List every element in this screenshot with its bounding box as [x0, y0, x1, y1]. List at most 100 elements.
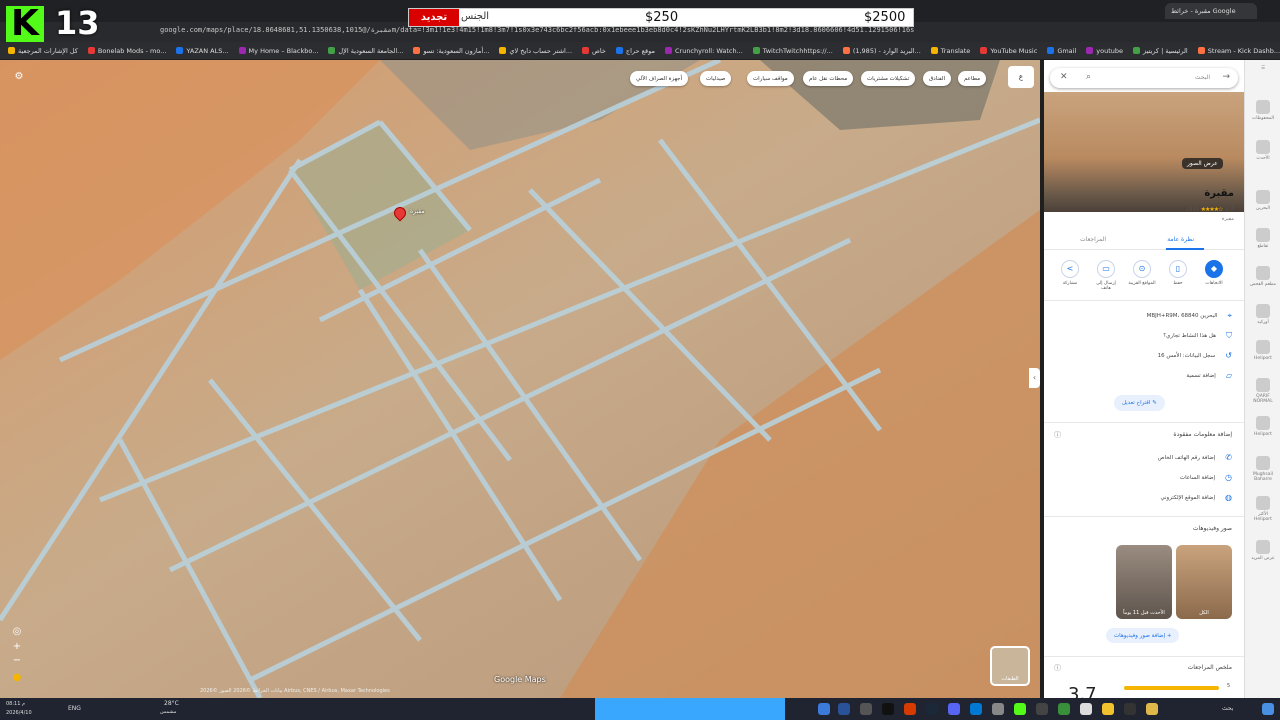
app-icon[interactable]	[992, 703, 1004, 715]
bookmark-item[interactable]: Bonelab Mods - mo...	[87, 47, 166, 55]
bookmark-item[interactable]: YAZAN ALS...	[176, 47, 229, 55]
search-icon[interactable]: ⌕	[1086, 72, 1091, 82]
chip-parking[interactable]: مواقف سيارات	[747, 71, 794, 86]
bookmark-item[interactable]: Stream - Kick Dashb...	[1197, 47, 1280, 55]
share-button[interactable]: < مشاركة	[1056, 260, 1084, 286]
language-indicator[interactable]: ENG	[68, 705, 81, 712]
add-label-row[interactable]: إضافة تسمية ▱	[1186, 371, 1232, 380]
edge-icon[interactable]	[970, 703, 982, 715]
bookmark-item[interactable]: أمازون السعودية: تسو...	[413, 47, 489, 55]
app-icon[interactable]	[1036, 703, 1048, 715]
info-icon[interactable]: ⓘ	[1054, 663, 1061, 673]
bookmark-item[interactable]: موقع حراج	[615, 47, 655, 55]
bookmark-item[interactable]: اشتر حساب دايخ لاي...	[499, 47, 572, 55]
rail-bahrain[interactable]: البحرين	[1249, 190, 1277, 211]
add-photos-button[interactable]: إضافة صور وفيديوهات +	[1106, 628, 1180, 643]
rail-heliport-3[interactable]: الأكثر Heliport	[1249, 496, 1277, 522]
rail-junction[interactable]: تقاطع	[1249, 228, 1277, 249]
app-icon[interactable]	[882, 703, 894, 715]
rail-restaurant[interactable]: مطعم الفحص	[1249, 266, 1277, 287]
chip-pharmacies[interactable]: صيدليات	[700, 71, 732, 86]
search-box[interactable]: ✕ ⌕ البحث →	[1050, 68, 1238, 88]
app-icon[interactable]	[1058, 703, 1070, 715]
bookmark-item[interactable]: خاص	[582, 47, 606, 55]
bookmark-item[interactable]: الرئيسية | كريتيز	[1133, 47, 1188, 55]
save-button[interactable]: ▯ حفظ	[1164, 260, 1192, 286]
zoom-in-button[interactable]: +	[10, 640, 24, 654]
info-icon[interactable]: ⓘ	[1054, 430, 1061, 440]
search-input[interactable]: البحث	[1195, 74, 1210, 81]
app-icon[interactable]	[1124, 703, 1136, 715]
add-phone-row[interactable]: إضافة رقم الهاتف الخاص ✆	[1158, 453, 1232, 462]
chip-hotels[interactable]: الفنادق	[923, 71, 952, 86]
chip-transit[interactable]: محطات نقل عام	[803, 71, 854, 86]
directions-arrow-icon[interactable]: →	[1222, 72, 1230, 82]
tab-reviews[interactable]: المراجعات	[1080, 236, 1106, 243]
place-type[interactable]: مقبرة	[1222, 216, 1234, 222]
bookmark-item[interactable]: (1,985) - البريد الوارد...	[842, 47, 921, 55]
layers-button[interactable]: الطبقات	[990, 646, 1030, 686]
close-icon[interactable]: ✕	[1060, 72, 1068, 82]
app-icon[interactable]	[1014, 703, 1026, 715]
rail-recent[interactable]: الأحدث	[1249, 140, 1277, 161]
active-tab[interactable]: مقبرة - خرائط Google	[1165, 3, 1257, 19]
app-icon[interactable]	[1146, 703, 1158, 715]
taskbar-search[interactable]: بحث	[1222, 705, 1233, 712]
bookmark-item[interactable]: Translate	[930, 47, 970, 55]
satellite-map[interactable]	[0, 60, 1040, 698]
bookmark-label: Crunchyroll: Watch...	[674, 46, 743, 55]
clock-date[interactable]: 2026/4/10	[6, 710, 32, 716]
bookmark-item[interactable]: Gmail	[1047, 47, 1076, 55]
address-row[interactable]: MBJH+R9M، البحرين 68840 ⌖	[1147, 311, 1232, 321]
business-claim-row[interactable]: هل هذا النشاط تجاري؟ ⛉	[1163, 331, 1232, 341]
folder-icon[interactable]	[1102, 703, 1114, 715]
zoom-out-button[interactable]: −	[10, 654, 24, 668]
send-to-phone-button[interactable]: ▭ إرسال إلى هاتف	[1092, 260, 1120, 291]
app-icon[interactable]	[1080, 703, 1092, 715]
tab-overview[interactable]: نظرة عامة	[1167, 236, 1194, 243]
rating-row[interactable]: (33) ★★★★☆ 3.7	[1186, 206, 1234, 213]
map-lang-button[interactable]: ع	[1008, 66, 1034, 88]
app-icon[interactable]	[838, 703, 850, 715]
rail-more[interactable]: عرض المزيد	[1249, 540, 1277, 561]
bookmark-item[interactable]: My Home – Blackbo...	[238, 47, 318, 55]
chip-restaurants[interactable]: مطاعم	[958, 71, 987, 86]
discord-icon[interactable]	[948, 703, 960, 715]
weather-temp[interactable]: 28°C	[164, 700, 179, 707]
add-hours-row[interactable]: إضافة الساعات ◷	[1180, 473, 1232, 482]
bookmark-item[interactable]: TwitchTwitchhttps://...	[752, 47, 833, 55]
chip-shopping[interactable]: تشكيلات مشتريات	[861, 71, 916, 86]
photo-tile-latest[interactable]: الأحدث قبل 11 يوماً	[1116, 545, 1172, 619]
rail-qarif[interactable]: QARIF NORMAL	[1249, 378, 1277, 404]
app-icon[interactable]	[818, 703, 830, 715]
bookmark-item[interactable]: YouTube Music	[980, 47, 1037, 55]
chip-atms[interactable]: أجهزة الصراف الآلي	[630, 71, 689, 86]
windows-start-icon[interactable]	[1262, 703, 1274, 715]
rail-orchid[interactable]: أوركيد	[1249, 304, 1277, 325]
my-location-icon[interactable]: ◎	[10, 625, 24, 639]
bookmark-item[interactable]: الجامعة السعودية الإل...	[328, 47, 403, 55]
app-icon[interactable]	[860, 703, 872, 715]
view-photos-button[interactable]: عرض الصور	[1182, 158, 1223, 169]
bookmark-item[interactable]: Crunchyroll: Watch...	[664, 46, 743, 55]
steam-icon[interactable]	[926, 703, 938, 715]
clock-time[interactable]: 08:11 م	[6, 701, 25, 707]
suggest-edit-button[interactable]: اقتراح تعديل ✎	[1114, 395, 1165, 411]
rail-heliport-1[interactable]: Heliport	[1249, 340, 1277, 361]
directions-button[interactable]: ◆ الاتجاهات	[1200, 260, 1228, 286]
url-field[interactable]: google.com/maps/place/مقبرة/@18.8648681,…	[160, 26, 1205, 34]
app-icon[interactable]	[904, 703, 916, 715]
map-settings-icon[interactable]: ⚙	[12, 70, 26, 84]
photo-tile-all[interactable]: الكل	[1176, 545, 1232, 619]
pegman-icon[interactable]: ●	[10, 671, 24, 685]
rail-heliport-2[interactable]: Heliport	[1249, 416, 1277, 437]
nearby-button[interactable]: ⊙ المواقع القريبة	[1128, 260, 1156, 286]
collapse-panel-button[interactable]: ‹	[1029, 368, 1040, 388]
add-website-row[interactable]: إضافة الموقع الإلكتروني ◍	[1160, 493, 1232, 502]
rail-menu-icon[interactable]: ☰	[1249, 66, 1277, 71]
history-row[interactable]: سجل البيانات: الأمس 16 ↺	[1158, 351, 1232, 360]
bookmark-item[interactable]: كل الإشارات المرجعية	[8, 47, 78, 55]
rail-saved[interactable]: المحفوظات	[1249, 100, 1277, 121]
bookmark-item[interactable]: youtube	[1086, 47, 1123, 55]
rail-mughsail[interactable]: Mughsail Baharre	[1249, 456, 1277, 482]
